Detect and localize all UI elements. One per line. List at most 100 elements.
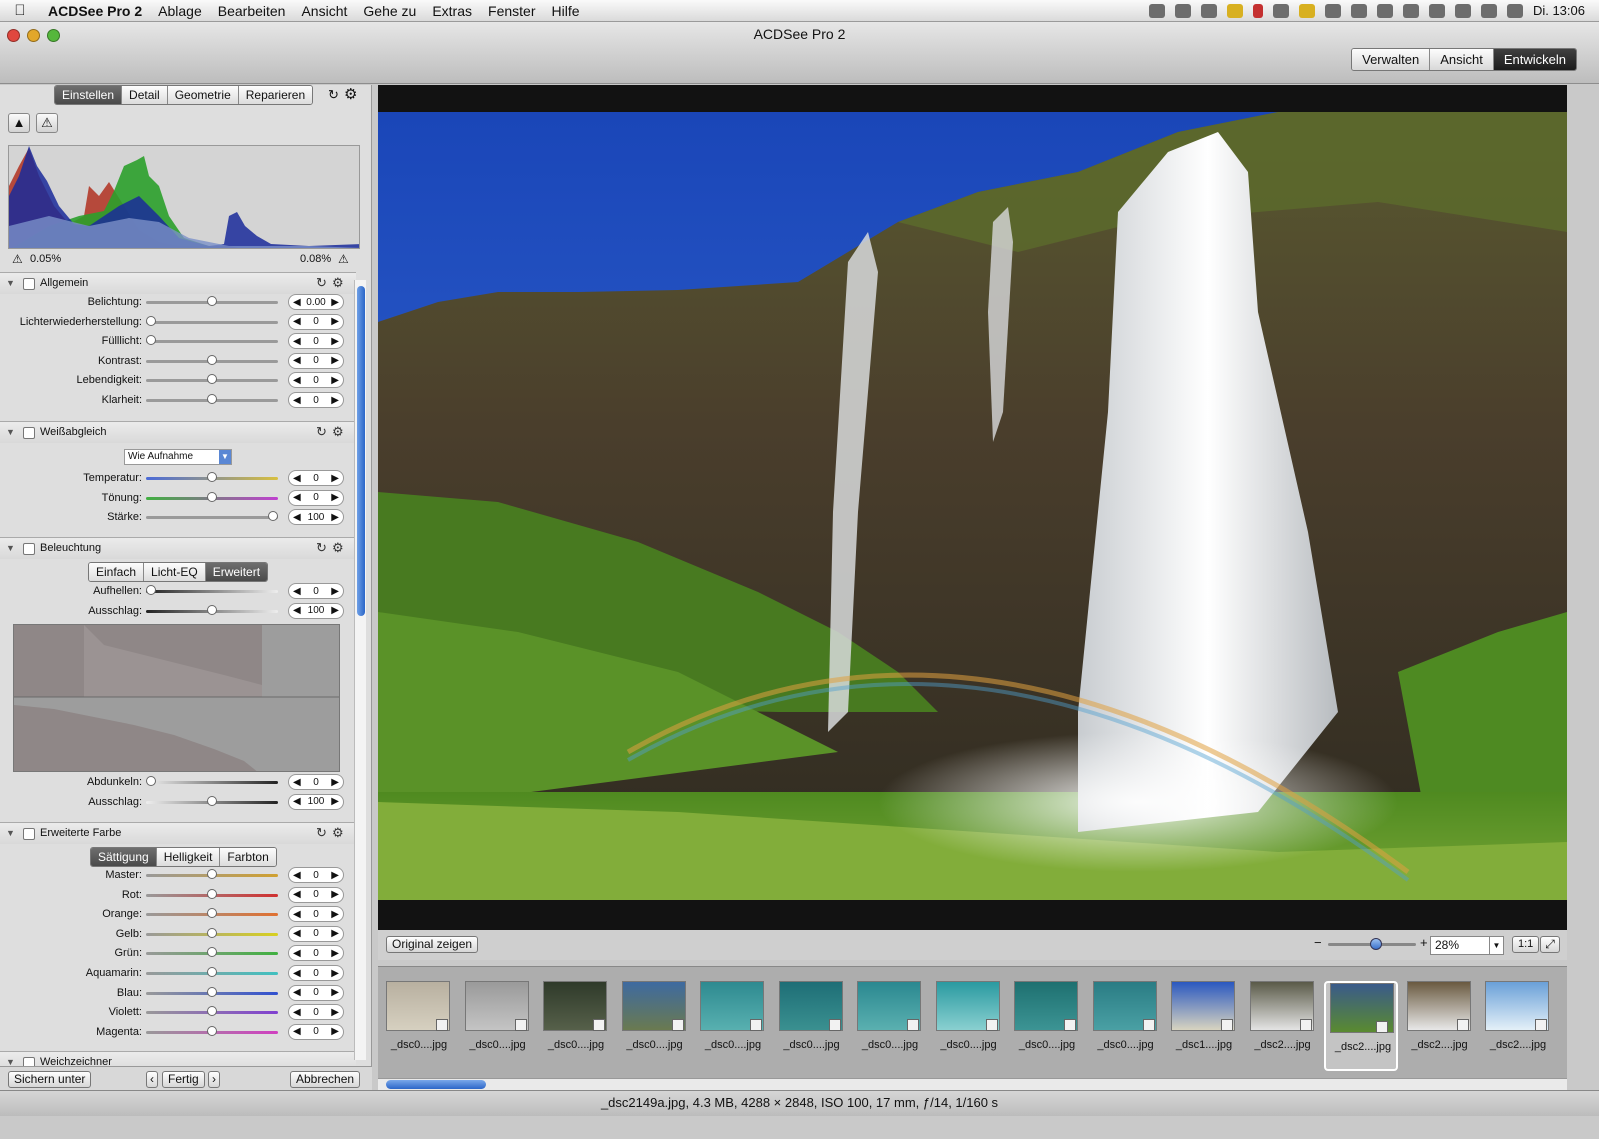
increment-icon[interactable]: ▶ — [331, 316, 339, 327]
filmstrip-thumbnail[interactable]: _dsc0....jpg — [461, 981, 535, 1071]
tray-icon[interactable] — [1272, 3, 1289, 18]
stepper-value[interactable]: 100 — [301, 605, 332, 616]
select-checkbox[interactable] — [985, 1019, 998, 1031]
decrement-icon[interactable]: ◀ — [293, 586, 301, 597]
slider-thumb[interactable] — [207, 986, 217, 997]
slider-thumb[interactable] — [207, 604, 217, 615]
section-enable-checkbox[interactable] — [23, 278, 35, 290]
decrement-icon[interactable]: ◀ — [293, 777, 301, 788]
decrement-icon[interactable]: ◀ — [293, 909, 301, 920]
decrement-icon[interactable]: ◀ — [293, 870, 301, 881]
main-photo[interactable] — [378, 112, 1567, 900]
value-stepper[interactable]: ◀ 0 ▶ — [288, 886, 344, 903]
clip-highlights-icon[interactable]: ▲ — [8, 113, 30, 133]
scrollbar-thumb[interactable] — [357, 286, 365, 616]
menu-gehe-zu[interactable]: Gehe zu — [355, 3, 424, 19]
volume-icon[interactable] — [1480, 3, 1497, 18]
tab-licht-eq[interactable]: Licht-EQ — [143, 563, 205, 581]
value-stepper[interactable]: ◀ 0 ▶ — [288, 1004, 344, 1021]
section-enable-checkbox[interactable] — [23, 427, 35, 439]
stepper-value[interactable]: 0 — [301, 909, 332, 920]
filmstrip-thumbnail[interactable]: _dsc0....jpg — [932, 981, 1006, 1071]
gear-icon[interactable]: ⚙ — [344, 85, 357, 103]
bluetooth-icon[interactable] — [1428, 3, 1445, 18]
value-stepper[interactable]: ◀ 0 ▶ — [288, 470, 344, 486]
increment-icon[interactable]: ▶ — [331, 297, 339, 308]
decrement-icon[interactable]: ◀ — [293, 928, 301, 939]
increment-icon[interactable]: ▶ — [331, 1026, 339, 1037]
increment-icon[interactable]: ▶ — [331, 395, 339, 406]
done-button[interactable]: Fertig — [162, 1071, 205, 1088]
previous-button[interactable]: ‹ — [146, 1071, 158, 1088]
filmstrip-thumbnail[interactable]: _dsc0....jpg — [1089, 981, 1163, 1071]
reset-icon[interactable]: ↻ — [316, 275, 327, 291]
filmstrip-scrollbar[interactable] — [378, 1078, 1567, 1090]
value-stepper[interactable]: ◀ 0 ▶ — [288, 984, 344, 1001]
wifi-icon[interactable] — [1454, 3, 1471, 18]
gear-icon[interactable]: ⚙ — [332, 424, 344, 440]
section-beleuchtung[interactable]: ▼ Beleuchtung ↻ ⚙ — [0, 537, 356, 559]
slider-thumb[interactable] — [146, 315, 156, 326]
reset-icon[interactable]: ↻ — [316, 424, 327, 440]
select-checkbox[interactable] — [1142, 1019, 1155, 1031]
lighting-curve-graph[interactable] — [13, 624, 340, 772]
increment-icon[interactable]: ▶ — [331, 586, 339, 597]
select-checkbox[interactable] — [593, 1019, 605, 1031]
increment-icon[interactable]: ▶ — [331, 870, 339, 881]
increment-icon[interactable]: ▶ — [331, 1007, 339, 1018]
show-original-button[interactable]: Original zeigen — [386, 936, 479, 953]
menu-ansicht[interactable]: Ansicht — [293, 3, 355, 19]
slider-thumb[interactable] — [207, 374, 217, 385]
select-checkbox[interactable] — [514, 1019, 527, 1031]
decrement-icon[interactable]: ◀ — [293, 395, 301, 406]
increment-icon[interactable]: ▶ — [331, 473, 339, 484]
menu-app-name[interactable]: ACDSee Pro 2 — [40, 3, 150, 19]
stepper-value[interactable]: 0 — [301, 968, 332, 979]
filmstrip-thumbnail[interactable]: _dsc0....jpg — [539, 981, 613, 1071]
value-stepper[interactable]: ◀ 0 ▶ — [288, 867, 344, 883]
slider-thumb[interactable] — [146, 776, 156, 786]
tab-helligkeit[interactable]: Helligkeit — [155, 848, 220, 866]
image-viewer[interactable] — [378, 85, 1567, 930]
section-erweiterte-farbe[interactable]: ▼ Erweiterte Farbe ↻ ⚙ — [0, 822, 356, 844]
slider-thumb[interactable] — [207, 888, 217, 899]
value-stepper[interactable]: ◀ 0.00 ▶ — [288, 294, 344, 310]
value-stepper[interactable]: ◀ 0 ▶ — [288, 906, 344, 923]
stepper-value[interactable]: 0 — [301, 889, 332, 900]
adjust-slider[interactable] — [146, 320, 278, 324]
tab-detail[interactable]: Detail — [121, 86, 167, 104]
mode-ansicht[interactable]: Ansicht — [1429, 49, 1493, 70]
menu-extras[interactable]: Extras — [424, 3, 480, 19]
warning-icon[interactable] — [1298, 3, 1315, 18]
tab-erweitert[interactable]: Erweitert — [204, 563, 268, 581]
stepper-value[interactable]: 0 — [301, 316, 332, 327]
tray-icon[interactable] — [1200, 3, 1217, 18]
zoom-combo[interactable]: 28% ▼ — [1430, 936, 1504, 955]
increment-icon[interactable]: ▶ — [331, 948, 339, 959]
adjust-slider[interactable] — [146, 516, 278, 520]
stepper-value[interactable]: 0 — [301, 492, 332, 503]
section-enable-checkbox[interactable] — [23, 543, 35, 555]
zoom-slider[interactable] — [1328, 938, 1416, 950]
tray-icon[interactable] — [1174, 3, 1191, 18]
slider-thumb[interactable] — [146, 335, 156, 346]
clock[interactable]: Di. 13:06 — [1533, 3, 1585, 18]
decrement-icon[interactable]: ◀ — [293, 473, 301, 484]
slider-thumb[interactable] — [207, 394, 217, 404]
increment-icon[interactable]: ▶ — [331, 777, 339, 788]
fit-to-window-icon[interactable]: ⤢ — [1540, 936, 1560, 953]
increment-icon[interactable]: ▶ — [331, 796, 339, 807]
stepper-value[interactable]: 0 — [301, 336, 332, 347]
tab-geometrie[interactable]: Geometrie — [166, 86, 238, 104]
disclosure-triangle-icon[interactable]: ▼ — [6, 828, 15, 838]
decrement-icon[interactable]: ◀ — [293, 375, 301, 386]
mode-entwickeln[interactable]: Entwickeln — [1492, 49, 1576, 70]
filmstrip-thumbnail[interactable]: _dsc0....jpg — [696, 981, 770, 1071]
value-stepper[interactable]: ◀ 0 ▶ — [288, 392, 344, 408]
value-stepper[interactable]: ◀ 0 ▶ — [288, 774, 344, 790]
increment-icon[interactable]: ▶ — [331, 355, 339, 366]
tab-einfach[interactable]: Einfach — [89, 563, 144, 581]
clip-warning-icon[interactable]: ⚠ — [36, 113, 58, 133]
value-stepper[interactable]: ◀ 0 ▶ — [288, 583, 344, 599]
decrement-icon[interactable]: ◀ — [293, 605, 301, 616]
